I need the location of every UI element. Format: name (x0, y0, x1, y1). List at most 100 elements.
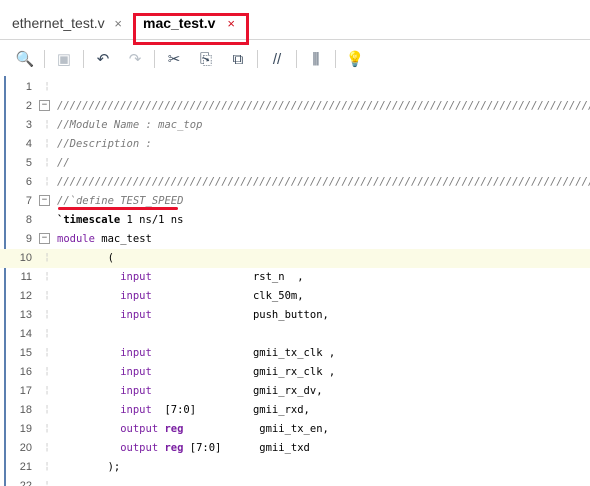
gutter-marker: ¦ (44, 461, 51, 472)
code-text: ////////////////////////////////////////… (57, 176, 590, 188)
tab-label: ethernet_test.v (12, 15, 105, 31)
gutter-marker: ¦ (44, 138, 51, 149)
gutter-marker: ¦ (44, 157, 51, 168)
gutter-marker: ¦ (44, 442, 51, 453)
code-line[interactable]: 21 ¦ ); (0, 458, 590, 477)
line-number: 12 (19, 290, 32, 302)
code-text: `timescale 1 ns/1 ns (57, 214, 183, 226)
code-line[interactable]: 13 ¦ input push_button, (0, 306, 590, 325)
code-token: [7:0] gmii_rxd, (151, 404, 310, 416)
toolbar-separator (335, 50, 336, 68)
code-token: ////////////////////////////////////////… (57, 176, 590, 188)
column-select-icon[interactable]: ⫼ (303, 48, 329, 70)
toolbar-separator (257, 50, 258, 68)
code-text: ( (57, 252, 114, 264)
gutter-marker: ¦ (44, 309, 51, 320)
toolbar-separator (296, 50, 297, 68)
code-line[interactable]: 1 ¦ (0, 78, 590, 97)
code-text: input push_button, (57, 309, 329, 321)
code-token: input (57, 347, 152, 359)
code-line[interactable]: 4 ¦ //Description : (0, 135, 590, 154)
code-text: //Description : (57, 138, 152, 150)
code-token: ( (57, 252, 114, 264)
code-text: input rst_n , (57, 271, 304, 283)
code-line[interactable]: 19 ¦ output reg gmii_tx_en, (0, 420, 590, 439)
save-icon[interactable]: ▣ (51, 48, 77, 70)
code-text: input gmii_rx_clk , (57, 366, 335, 378)
code-token: input (57, 366, 152, 378)
code-text: // (57, 157, 70, 169)
code-token: //`define TEST_SPEED (57, 195, 184, 207)
code-line[interactable]: 12 ¦ input clk_50m, (0, 287, 590, 306)
paste-icon[interactable]: ⧉ (225, 48, 251, 70)
comment-toggle-icon[interactable]: // (264, 48, 290, 70)
code-line[interactable]: 9− module mac_test (0, 230, 590, 249)
line-number: 18 (19, 404, 32, 416)
code-line[interactable]: 7−//`define TEST_SPEED (0, 192, 590, 211)
code-line[interactable]: 18 ¦ input [7:0] gmii_rxd, (0, 401, 590, 420)
code-text: input gmii_tx_clk , (57, 347, 335, 359)
gutter-marker: ¦ (44, 385, 51, 396)
code-token: input (57, 309, 152, 321)
toolbar-separator (154, 50, 155, 68)
toolbar-separator (83, 50, 84, 68)
code-line[interactable]: 20 ¦ output reg [7:0] gmii_txd (0, 439, 590, 458)
line-number: 17 (19, 385, 32, 397)
code-token: [7:0] gmii_txd (183, 442, 310, 454)
code-token: //Description : (57, 138, 152, 150)
line-number: 15 (19, 347, 32, 359)
code-token: gmii_tx_clk , (151, 347, 336, 359)
search-icon[interactable]: 🔍 (12, 48, 38, 70)
undo-icon[interactable]: ↶ (90, 48, 116, 70)
code-line[interactable]: 16 ¦ input gmii_rx_clk , (0, 363, 590, 382)
fold-icon[interactable]: − (39, 233, 50, 244)
code-line[interactable]: 6 ¦ //////////////////////////////////////… (0, 173, 590, 192)
code-line[interactable]: 2−//////////////////////////////////////… (0, 97, 590, 116)
copy-icon[interactable]: ⎘ (193, 48, 219, 70)
line-number: 8 (25, 214, 32, 226)
code-line[interactable]: 10 ¦ ( (0, 249, 590, 268)
line-number: 22 (19, 480, 32, 486)
code-token: input (57, 385, 152, 397)
code-token: input (57, 271, 152, 283)
code-token: rst_n , (151, 271, 304, 283)
editor-tab-bar: ethernet_test.v × mac_test.v × (0, 0, 590, 45)
code-text: ); (57, 461, 121, 473)
code-text: output reg gmii_tx_en, (57, 423, 329, 435)
code-line[interactable]: 11 ¦ input rst_n , (0, 268, 590, 287)
line-number: 2 (25, 100, 32, 112)
code-line[interactable]: 22 ¦ (0, 477, 590, 486)
code-token: clk_50m, (151, 290, 304, 302)
code-line[interactable]: 8 `timescale 1 ns/1 ns (0, 211, 590, 230)
fold-icon[interactable]: − (39, 100, 50, 111)
close-icon[interactable]: × (227, 16, 235, 31)
line-number: 5 (25, 157, 32, 169)
line-number: 20 (19, 442, 32, 454)
code-token: output (57, 442, 165, 454)
code-line[interactable]: 15 ¦ input gmii_tx_clk , (0, 344, 590, 363)
lightbulb-icon[interactable]: 💡 (342, 48, 368, 70)
line-number: 9 (25, 233, 32, 245)
code-token: reg (164, 442, 184, 454)
line-number: 14 (19, 328, 32, 340)
code-token: `timescale (57, 214, 121, 226)
code-token: //Module Name : mac_top (57, 119, 203, 131)
code-text: ////////////////////////////////////////… (57, 100, 590, 112)
code-line[interactable]: 3 ¦ //Module Name : mac_top (0, 116, 590, 135)
code-line[interactable]: 5 ¦ // (0, 154, 590, 173)
code-editor[interactable]: 1 ¦ 2−////////////////////////////////////… (0, 76, 590, 486)
line-number: 6 (25, 176, 32, 188)
line-number: 11 (20, 271, 32, 283)
close-icon[interactable]: × (114, 16, 122, 31)
gutter-marker: ¦ (44, 328, 51, 339)
fold-icon[interactable]: − (39, 195, 50, 206)
gutter-marker: ¦ (44, 404, 51, 415)
tab-mac-test[interactable]: mac_test.v × (133, 10, 249, 45)
cut-icon[interactable]: ✂ (161, 48, 187, 70)
tab-ethernet-test[interactable]: ethernet_test.v × (2, 10, 130, 36)
redo-icon[interactable]: ↷ (122, 48, 148, 70)
gutter-marker: ¦ (44, 290, 51, 301)
code-line[interactable]: 17 ¦ input gmii_rx_dv, (0, 382, 590, 401)
code-line[interactable]: 14 ¦ (0, 325, 590, 344)
line-number: 7 (25, 195, 32, 207)
